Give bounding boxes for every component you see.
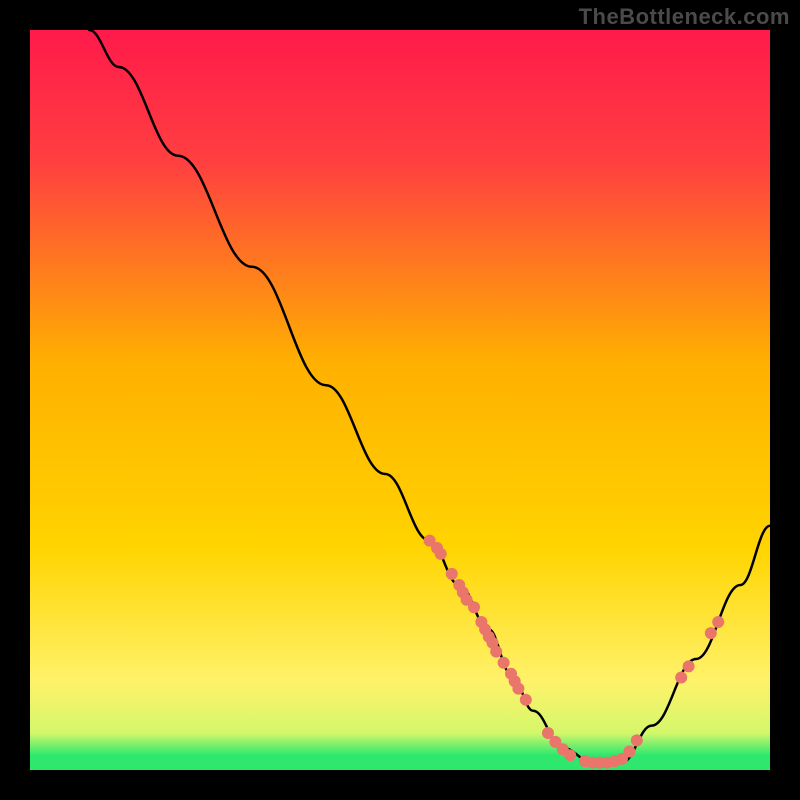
marker-point <box>564 749 576 761</box>
marker-point <box>446 568 458 580</box>
marker-point <box>705 627 717 639</box>
chart-svg <box>30 30 770 770</box>
plot-area <box>30 30 770 770</box>
marker-point <box>490 646 502 658</box>
marker-point <box>675 672 687 684</box>
marker-point <box>435 548 447 560</box>
gradient-background <box>30 30 770 770</box>
marker-point <box>498 657 510 669</box>
marker-point <box>512 683 524 695</box>
marker-point <box>631 734 643 746</box>
marker-point <box>683 660 695 672</box>
watermark-text: TheBottleneck.com <box>579 4 790 30</box>
chart-frame: TheBottleneck.com <box>0 0 800 800</box>
marker-point <box>520 694 532 706</box>
marker-point <box>468 601 480 613</box>
marker-point <box>623 746 635 758</box>
marker-point <box>712 616 724 628</box>
